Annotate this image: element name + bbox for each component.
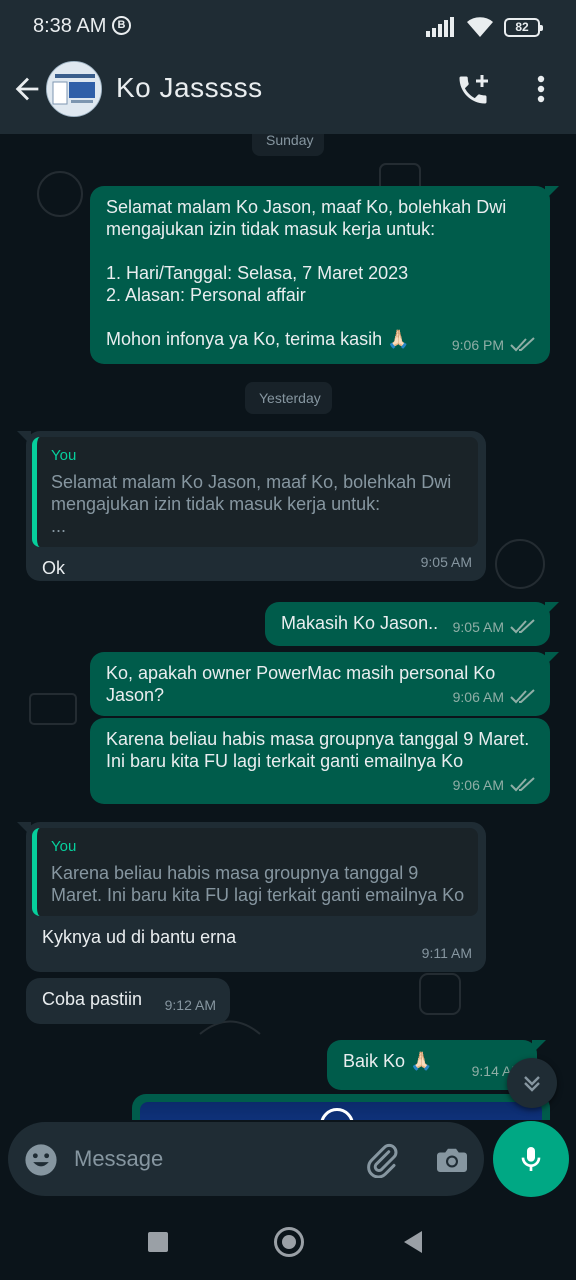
message-text: Selamat malam Ko Jason, maaf Ko, bolehka… [106,197,507,349]
message-composer [8,1122,484,1196]
double-chevron-down-icon [524,1076,540,1092]
quoted-message[interactable]: You Karena beliau habis masa groupnya ta… [32,828,478,916]
quoted-message[interactable]: You Selamat malam Ko Jason, maaf Ko, bol… [32,437,478,547]
message-time: 9:06 AM [452,689,504,705]
message-time: 9:06 AM [452,777,504,793]
message-bubble-outgoing[interactable]: Ko, apakah owner PowerMac masih personal… [90,652,559,716]
quote-author: You [51,447,77,464]
double-check-icon [510,619,535,634]
message-bubble-outgoing[interactable]: Selamat malam Ko Jason, maaf Ko, bolehka… [90,186,559,364]
date-chip-sunday: Sunday [252,134,324,156]
message-text: Karena beliau habis masa groupnya tangga… [106,729,530,771]
b-indicator-icon: B [112,16,131,35]
image-thumbnail [140,1102,542,1120]
message-meta: 9:12 AM [165,994,216,1016]
signal-icon [426,17,454,37]
battery-icon: 82 [504,17,543,37]
message-input[interactable] [74,1138,344,1180]
more-vert-icon[interactable] [530,73,552,105]
message-bubble-incoming[interactable]: You Karena beliau habis masa groupnya ta… [17,822,486,972]
double-check-icon [510,777,535,792]
message-meta: 9:11 AM [422,942,472,964]
emoji-icon[interactable] [24,1143,58,1177]
message-text: Ok [42,558,66,578]
message-time: 9:05 AM [420,554,472,570]
message-bubble-outgoing[interactable]: Karena beliau habis masa groupnya tangga… [90,718,550,804]
message-bubble-outgoing[interactable]: Baik Ko 🙏🏻 9:14 AM [327,1040,546,1090]
back-arrow-icon[interactable] [10,72,44,106]
attach-icon[interactable] [364,1142,400,1178]
message-bubble-outgoing[interactable]: Makasih Ko Jason.. 9:05 AM [265,602,559,646]
message-meta: 9:05 AM [421,551,472,573]
add-call-icon[interactable] [455,72,491,108]
home-icon[interactable] [274,1227,304,1257]
system-nav-bar [0,1200,576,1280]
scroll-to-bottom-button[interactable] [507,1058,557,1108]
message-time: 9:05 AM [452,619,504,635]
message-time: 9:11 AM [421,945,472,961]
double-check-icon [510,337,535,352]
camera-icon[interactable] [434,1142,470,1178]
message-bubble-incoming[interactable]: Coba pastiin 9:12 AM [26,978,230,1024]
image-circle-shape [320,1108,354,1120]
avatar-image [47,62,101,116]
message-time: 9:12 AM [164,997,216,1013]
message-bubble-incoming[interactable]: You Selamat malam Ko Jason, maaf Ko, bol… [17,431,486,581]
quote-author: You [51,838,77,855]
date-chip-yesterday: Yesterday [245,382,332,414]
status-bar: 8:38 AM B 82 [0,0,576,56]
mic-icon [521,1147,541,1171]
nav-back-icon[interactable] [404,1231,422,1253]
chat-area[interactable]: Sunday Selamat malam Ko Jason, maaf Ko, … [0,134,576,1120]
message-meta: 9:06 AM [453,686,536,708]
contact-name[interactable]: Ko Jasssss [116,72,263,104]
message-text: Kyknya ud di bantu erna [42,927,237,947]
double-check-icon [510,689,535,704]
avatar[interactable] [46,61,102,117]
image-message-preview[interactable] [132,1094,550,1120]
recents-icon[interactable] [148,1232,168,1252]
wifi-icon [467,17,493,37]
message-time: 9:06 PM [451,337,504,353]
message-meta: 9:05 AM [453,616,536,638]
quote-text: Karena beliau habis masa groupnya tangga… [51,863,465,905]
status-time: 8:38 AM [33,15,107,37]
mic-button[interactable] [493,1121,569,1197]
status-icons: 82 [426,15,543,39]
message-meta: 9:06 PM [452,334,536,356]
message-meta: 9:06 AM [453,774,536,796]
quote-text: Selamat malam Ko Jason, maaf Ko, bolehka… [51,472,452,536]
chat-header: Ko Jasssss [0,56,576,134]
